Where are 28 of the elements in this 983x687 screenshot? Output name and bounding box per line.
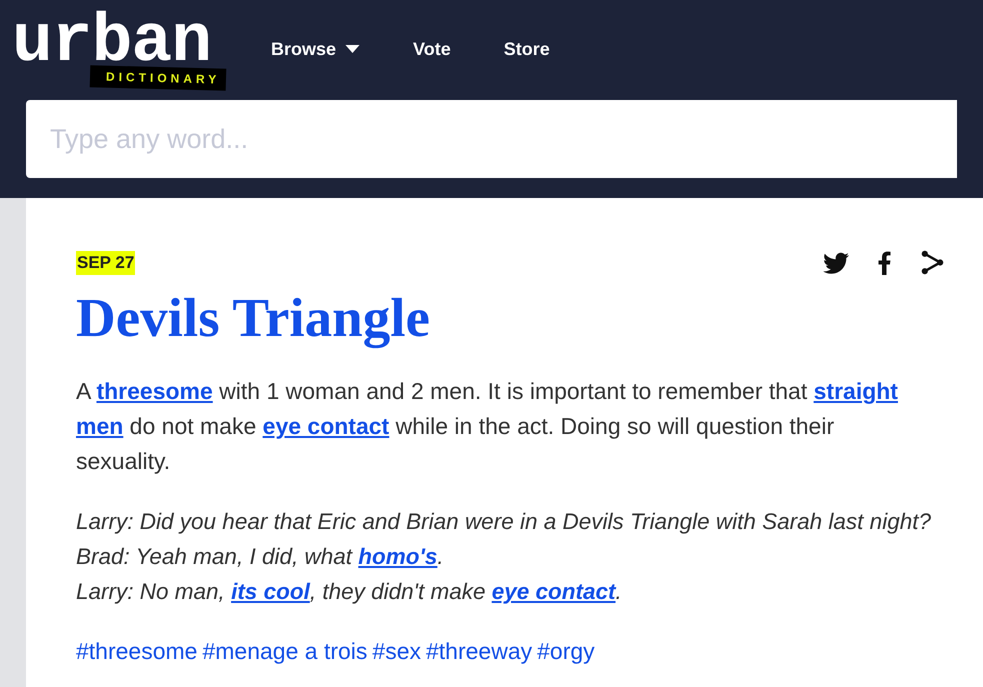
logo-wordmark[interactable]: urban — [12, 10, 212, 63]
word-link[interactable]: threesome — [96, 378, 213, 404]
word-link[interactable]: its cool — [231, 579, 310, 604]
tag-link[interactable]: #sex — [372, 634, 421, 669]
tag-link[interactable]: #orgy — [537, 634, 595, 669]
tag-link[interactable]: #menage a trois — [202, 634, 368, 669]
share-icon[interactable] — [920, 250, 945, 275]
word-link[interactable]: eye contact — [492, 579, 616, 604]
example-sentence: Larry: No man, its cool, they didn't make eye contact. — [76, 578, 622, 606]
nav-link[interactable]: Store — [504, 38, 550, 60]
word-link[interactable]: men — [76, 413, 124, 439]
word-title[interactable]: Devils Triangle — [76, 285, 430, 350]
example-sentence: Brad: Yeah man, I did, what homo's. — [76, 543, 444, 571]
definition-text: A threesome with 1 woman and 2 men. It is important to remember that straight men do not make eye contact while in the act. Doing so will question their sexuality. — [76, 377, 899, 476]
nav-link[interactable]: Vote — [413, 38, 451, 60]
tag-link[interactable]: #threesome — [76, 634, 198, 669]
search-field[interactable]: Type any word... — [26, 100, 957, 178]
word-link[interactable]: homo's — [358, 544, 438, 569]
browse-menu[interactable]: Browse — [271, 38, 360, 60]
bird-icon[interactable] — [823, 252, 849, 274]
word-link[interactable]: straight — [814, 378, 898, 404]
logo-tagline[interactable]: DICTIONARY — [90, 65, 226, 91]
letter-f-icon[interactable] — [878, 250, 891, 274]
tag-link[interactable]: #threeway — [426, 634, 532, 669]
word-link[interactable]: eye contact — [262, 413, 390, 439]
example-sentence: Larry: Did you hear that Eric and Brian were in a Devils Triangle with Sarah last night? — [76, 508, 931, 536]
caret-icon — [345, 45, 360, 53]
entry-date: SEP 27 — [76, 250, 136, 274]
